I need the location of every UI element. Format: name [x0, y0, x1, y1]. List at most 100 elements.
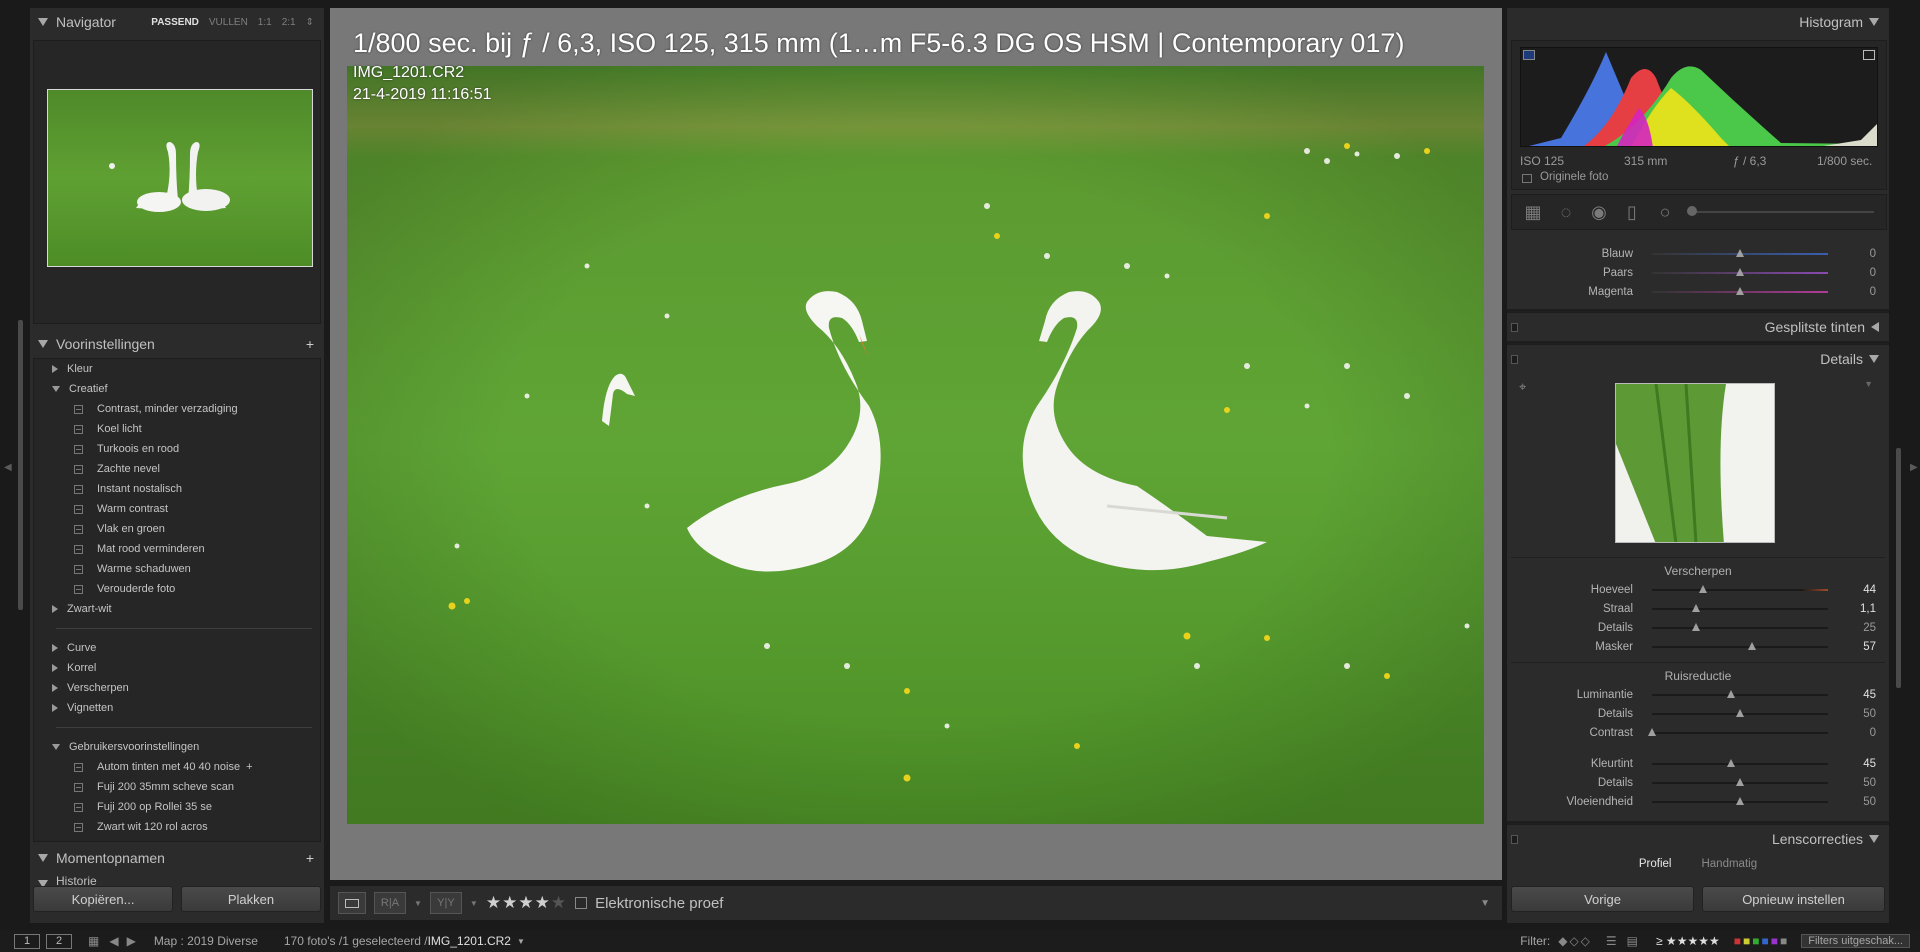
rating-stars[interactable]: ★★★★★ — [486, 893, 567, 913]
right-panel-toggle-icon[interactable]: ▶ — [1910, 462, 1918, 474]
navigator-header[interactable]: Navigator PASSEND VULLEN 1:1 2:1 ⇕ — [30, 8, 324, 36]
slider-knob[interactable] — [1727, 690, 1736, 698]
slider-track[interactable] — [1652, 608, 1828, 610]
preset-item[interactable]: Turkoois en rood — [34, 439, 320, 459]
slider-knob[interactable] — [1692, 604, 1700, 612]
slider-knob[interactable] — [1736, 778, 1744, 786]
tab-profile[interactable]: Profiel — [1639, 858, 1672, 870]
preset-group-creatief[interactable]: Creatief — [34, 379, 320, 399]
detail-menu-icon[interactable]: ▼ — [1864, 379, 1873, 389]
slider-value[interactable]: 57 — [1863, 641, 1876, 653]
slider-knob[interactable] — [1648, 728, 1656, 736]
zoom-fit-option[interactable]: PASSEND — [151, 17, 199, 28]
preset-item[interactable]: Zwart wit 120 rol acros — [34, 817, 320, 837]
panel-toggle-icon[interactable] — [1511, 323, 1518, 332]
preset-item[interactable]: Contrast, minder verzadiging — [34, 399, 320, 419]
preset-item[interactable]: Verouderde foto — [34, 579, 320, 599]
forward-arrow-icon[interactable]: ▶ — [127, 934, 136, 948]
preset-item[interactable]: Warm contrast — [34, 499, 320, 519]
color-label-filter[interactable]: ■■■■■■ — [1734, 934, 1790, 948]
details-header[interactable]: Details — [1507, 345, 1889, 373]
split-toning-header[interactable]: Gesplitste tinten — [1507, 313, 1889, 341]
red-eye-icon[interactable]: ◉ — [1588, 201, 1610, 223]
rating-filter-stars[interactable]: ≥ ★★★★★ — [1656, 934, 1720, 948]
preset-item[interactable]: Autom tinten met 40 40 noise + — [34, 757, 320, 777]
preset-group-curve[interactable]: Curve — [34, 638, 320, 658]
panel-toggle-icon[interactable] — [1511, 355, 1518, 364]
flag-filter-icons[interactable]: ◆◇◇ — [1558, 934, 1592, 948]
slider-track[interactable] — [1652, 694, 1828, 696]
soft-proof-checkbox[interactable] — [575, 897, 588, 909]
slider-value[interactable]: 0 — [1870, 727, 1876, 739]
previous-button[interactable]: Vorige — [1511, 886, 1694, 912]
slider-value[interactable]: 45 — [1863, 689, 1876, 701]
detail-preview[interactable] — [1615, 383, 1775, 543]
preset-group-zwart-wit[interactable]: Zwart-wit — [34, 599, 320, 619]
histogram-graph[interactable] — [1520, 47, 1878, 147]
edit-filter-icon[interactable]: ☰ — [1606, 934, 1617, 948]
graduated-filter-icon[interactable]: ▯ — [1621, 201, 1643, 223]
preset-group-kleur[interactable]: Kleur — [34, 359, 320, 379]
slider-knob[interactable] — [1736, 709, 1744, 717]
histogram-header[interactable]: Histogram — [1507, 8, 1889, 36]
radial-filter-icon[interactable]: ○ — [1654, 201, 1676, 223]
screen-1-button[interactable]: 1 — [14, 933, 40, 949]
snapshots-header[interactable]: Momentopnamen + — [30, 844, 324, 872]
shadow-clipping-icon[interactable] — [1523, 50, 1535, 60]
highlight-clipping-icon[interactable] — [1863, 50, 1875, 60]
right-scrollbar[interactable] — [1896, 448, 1901, 688]
loupe-view-button[interactable] — [338, 892, 366, 914]
target-icon[interactable]: ⌖ — [1519, 379, 1526, 395]
before-after-button[interactable]: R|A — [374, 892, 406, 914]
original-photo-checkbox[interactable] — [1522, 174, 1532, 183]
preset-item[interactable]: Koel licht — [34, 419, 320, 439]
slider-knob[interactable] — [1727, 759, 1736, 767]
toolbar-menu-icon[interactable]: ▼ — [1480, 898, 1490, 909]
slider-value[interactable]: 0 — [1870, 286, 1876, 298]
slider-track[interactable] — [1652, 627, 1828, 629]
file-dropdown-icon[interactable]: ▼ — [517, 937, 525, 946]
preset-item[interactable]: Zachte nevel — [34, 459, 320, 479]
add-snapshot-button[interactable]: + — [306, 850, 314, 866]
copy-settings-button[interactable]: Kopiëren... — [33, 886, 173, 912]
slider-track[interactable] — [1652, 763, 1828, 765]
preset-item[interactable]: Fuji 200 35mm scheve scan — [34, 777, 320, 797]
preset-group-korrel[interactable]: Korrel — [34, 658, 320, 678]
panel-toggle-icon[interactable] — [1511, 835, 1518, 844]
preset-group-user[interactable]: Gebruikersvoorinstellingen — [34, 737, 320, 757]
slider-knob[interactable] — [1736, 797, 1744, 805]
preset-item[interactable]: Fuji 200 op Rollei 35 se — [34, 797, 320, 817]
slider-knob[interactable] — [1736, 268, 1744, 276]
preset-item[interactable]: Vlak en groen — [34, 519, 320, 539]
preset-group-vignetten[interactable]: Vignetten — [34, 698, 320, 718]
zoom-dropdown-icon[interactable]: ⇕ — [306, 17, 314, 28]
slider-value[interactable]: 0 — [1870, 248, 1876, 260]
survey-view-button[interactable]: Y|Y — [429, 892, 462, 914]
preset-item[interactable]: Instant nostalisch — [34, 479, 320, 499]
presets-header[interactable]: Voorinstellingen + — [30, 330, 324, 358]
lens-header[interactable]: Lenscorrecties — [1507, 825, 1889, 853]
crop-grid-icon[interactable]: ▦ — [1522, 201, 1544, 223]
slider-knob[interactable] — [1736, 287, 1744, 295]
left-panel-toggle-icon[interactable]: ◀ — [4, 462, 12, 474]
spot-removal-icon[interactable]: ◌ — [1555, 201, 1577, 223]
slider-value[interactable]: 25 — [1863, 622, 1876, 634]
current-file[interactable]: IMG_1201.CR2 — [428, 934, 511, 948]
source-label[interactable]: Map : 2019 Diverse — [154, 934, 258, 948]
preset-item[interactable]: Warme schaduwen — [34, 559, 320, 579]
virtual-copy-filter-icon[interactable]: ▤ — [1627, 934, 1638, 948]
zoom-2-1-option[interactable]: 2:1 — [282, 17, 296, 28]
main-photo[interactable] — [347, 66, 1484, 824]
slider-knob[interactable] — [1692, 623, 1700, 631]
slider-knob[interactable] — [1736, 249, 1744, 257]
slider-value[interactable]: 50 — [1863, 796, 1876, 808]
reset-button[interactable]: Opnieuw instellen — [1702, 886, 1885, 912]
survey-dropdown-icon[interactable]: ▼ — [470, 899, 478, 908]
slider-value[interactable]: 50 — [1863, 777, 1876, 789]
preset-group-verscherpen[interactable]: Verscherpen — [34, 678, 320, 698]
back-arrow-icon[interactable]: ◀ — [109, 934, 118, 948]
add-preset-button[interactable]: + — [306, 336, 314, 352]
paste-settings-button[interactable]: Plakken — [181, 886, 321, 912]
adjustment-brush-slider[interactable] — [1687, 206, 1874, 216]
zoom-fill-option[interactable]: VULLEN — [209, 17, 248, 28]
